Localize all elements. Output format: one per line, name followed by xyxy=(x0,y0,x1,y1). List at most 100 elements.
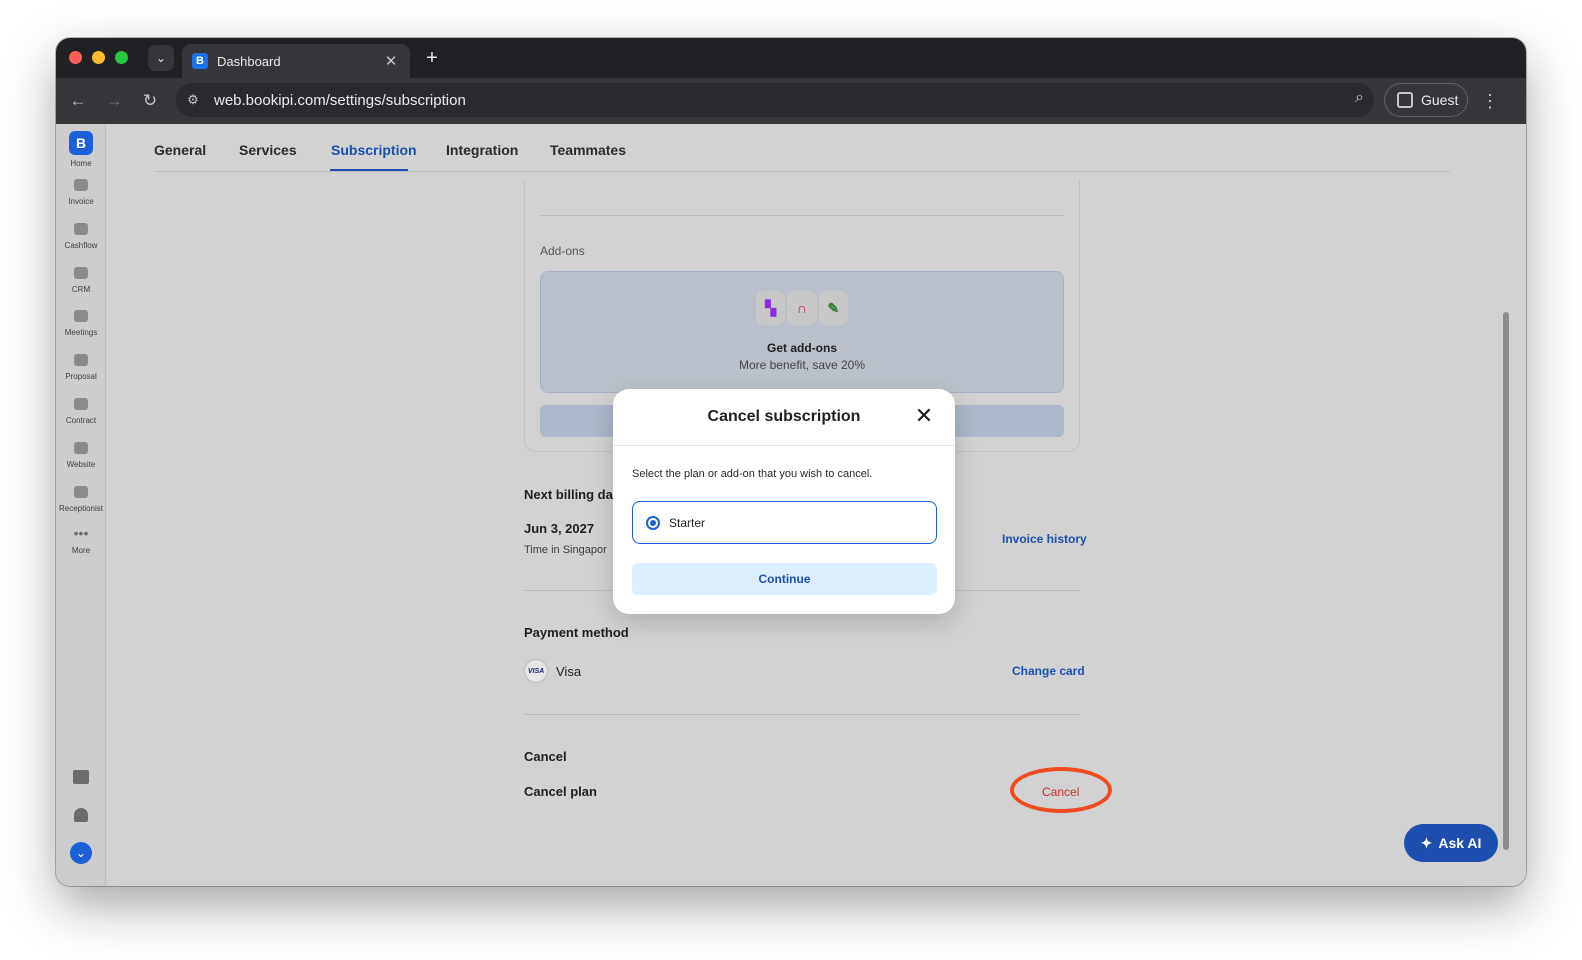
sidebar-item-home[interactable]: B Home xyxy=(56,131,106,168)
sidebar-item-label: Home xyxy=(70,159,92,168)
plan-option-starter[interactable]: Starter xyxy=(632,501,937,544)
tab-teammates[interactable]: Teammates xyxy=(550,142,626,158)
profile-label: Guest xyxy=(1421,92,1459,108)
receptionist-addon-icon: ∩ xyxy=(787,291,817,325)
tab-close-icon[interactable]: ✕ xyxy=(382,52,400,70)
sidebar-item-label: Cashflow xyxy=(64,241,98,250)
sidebar-item-more[interactable]: ••• More xyxy=(56,526,106,555)
address-bar[interactable]: ⚙ web.bookipi.com/settings/subscription … xyxy=(176,83,1374,117)
account-menu-button[interactable]: ⌄ xyxy=(56,842,106,864)
profile-icon xyxy=(1397,92,1413,108)
billing-timezone: Time in Singapor xyxy=(524,544,607,556)
back-arrow-icon[interactable]: ← xyxy=(66,89,90,113)
scrollbar-thumb[interactable] xyxy=(1503,312,1509,850)
reload-icon[interactable]: ↻ xyxy=(138,89,162,113)
sidebar-item-label: Contract xyxy=(65,416,97,425)
tab-integration[interactable]: Integration xyxy=(446,142,518,158)
browser-window: ⌄ B Dashboard ✕ + ← → ↻ ⚙ web.bookipi.co… xyxy=(56,38,1526,886)
modal-title: Cancel subscription xyxy=(707,408,861,425)
sidebar-item-invoice[interactable]: Invoice xyxy=(56,179,106,206)
more-icon: ••• xyxy=(73,525,89,541)
sidebar-item-meetings[interactable]: Meetings xyxy=(56,310,106,337)
contract-icon xyxy=(74,398,88,410)
proposal-icon xyxy=(74,354,88,366)
notifications-button[interactable] xyxy=(56,808,106,822)
cancel-plan-label: Cancel plan xyxy=(524,784,597,799)
gift-button[interactable] xyxy=(56,770,106,784)
divider xyxy=(524,714,1080,715)
ask-ai-button[interactable]: ✦ Ask AI xyxy=(1404,824,1498,862)
bell-icon xyxy=(74,808,88,822)
maximize-window-button[interactable] xyxy=(115,51,128,64)
sidebar-item-receptionist[interactable]: Receptionist xyxy=(56,486,106,513)
sidebar-item-label: Receptionist xyxy=(58,504,104,513)
sidebar-item-label: Meetings xyxy=(64,328,98,337)
app-sidebar: B Home Invoice Cashflow CRM Meetings Pro… xyxy=(56,124,106,886)
sparkle-icon: ✦ xyxy=(1420,834,1433,851)
browser-menu-icon[interactable]: ⋮ xyxy=(1478,89,1502,113)
sidebar-item-label: Website xyxy=(66,460,96,469)
tab-title: Dashboard xyxy=(217,53,281,69)
card-name: Visa xyxy=(556,664,582,679)
modal-description: Select the plan or add-on that you wish … xyxy=(632,468,873,480)
contract-addon-icon: ✎ xyxy=(818,291,848,325)
addons-label: Add-ons xyxy=(540,244,585,258)
crm-icon xyxy=(74,267,88,279)
plan-option-label: Starter xyxy=(669,515,706,530)
highlight-ellipse xyxy=(1010,767,1112,813)
sidebar-item-contract[interactable]: Contract xyxy=(56,398,106,425)
settings-tabs: General Services Subscription Integratio… xyxy=(154,124,1450,172)
addons-promo[interactable] xyxy=(540,271,1064,393)
search-icon[interactable]: ⌕ xyxy=(1355,89,1364,107)
cancel-section-title: Cancel xyxy=(524,749,567,764)
sidebar-item-label: Proposal xyxy=(65,372,97,381)
page-content: B Home Invoice Cashflow CRM Meetings Pro… xyxy=(56,124,1526,886)
sidebar-item-proposal[interactable]: Proposal xyxy=(56,354,106,381)
ask-ai-label: Ask AI xyxy=(1438,835,1482,851)
divider xyxy=(540,215,1064,216)
change-card-link[interactable]: Change card xyxy=(1012,664,1085,678)
forward-arrow-icon[interactable]: → xyxy=(102,89,126,113)
url-text[interactable]: web.bookipi.com/settings/subscription xyxy=(214,92,466,109)
sidebar-item-label: More xyxy=(71,546,91,555)
minimize-window-button[interactable] xyxy=(92,51,105,64)
website-icon xyxy=(74,442,88,454)
browser-tab[interactable]: B Dashboard ✕ xyxy=(182,44,410,78)
tab-search-chevron-icon[interactable]: ⌄ xyxy=(148,45,174,71)
continue-button[interactable]: Continue xyxy=(632,563,937,595)
tab-services[interactable]: Services xyxy=(239,142,297,158)
sidebar-item-cashflow[interactable]: Cashflow xyxy=(56,223,106,250)
receptionist-icon xyxy=(74,486,88,498)
addons-title: Get add-ons xyxy=(766,341,837,355)
meetings-icon xyxy=(74,310,88,322)
invoice-history-link[interactable]: Invoice history xyxy=(1002,532,1087,546)
sidebar-item-label: Invoice xyxy=(68,197,94,206)
radio-selected-dot xyxy=(650,519,656,526)
close-icon[interactable]: ✕ xyxy=(913,405,935,428)
gift-icon xyxy=(73,770,89,784)
addon-icons: ▚ ∩ ✎ xyxy=(756,291,848,327)
modal-divider xyxy=(613,445,955,446)
tab-general[interactable]: General xyxy=(154,142,206,158)
tab-subscription[interactable]: Subscription xyxy=(331,142,417,158)
cashflow-icon xyxy=(74,223,88,235)
cancel-subscription-modal: Cancel subscription ✕ Select the plan or… xyxy=(613,389,955,614)
website-addon-icon: ▚ xyxy=(756,291,786,325)
profile-button[interactable]: Guest xyxy=(1384,83,1468,117)
active-tab-indicator xyxy=(330,169,408,171)
addons-subtitle: More benefit, save 20% xyxy=(738,358,866,372)
payment-method-title: Payment method xyxy=(524,625,629,640)
next-billing-date: Jun 3, 2027 xyxy=(524,521,595,536)
next-billing-title: Next billing dat xyxy=(524,487,618,502)
bookipi-favicon-icon: B xyxy=(192,53,208,69)
sidebar-item-website[interactable]: Website xyxy=(56,442,106,469)
radio-button[interactable] xyxy=(646,515,660,530)
invoice-icon xyxy=(74,179,88,191)
home-logo-icon: B xyxy=(69,131,93,155)
sidebar-item-label: CRM xyxy=(71,285,91,294)
close-window-button[interactable] xyxy=(69,51,82,64)
sidebar-item-crm[interactable]: CRM xyxy=(56,267,106,294)
site-info-icon[interactable]: ⚙ xyxy=(180,87,206,113)
browser-toolbar: ← → ↻ ⚙ web.bookipi.com/settings/subscri… xyxy=(56,78,1526,124)
new-tab-button[interactable]: + xyxy=(420,46,444,70)
